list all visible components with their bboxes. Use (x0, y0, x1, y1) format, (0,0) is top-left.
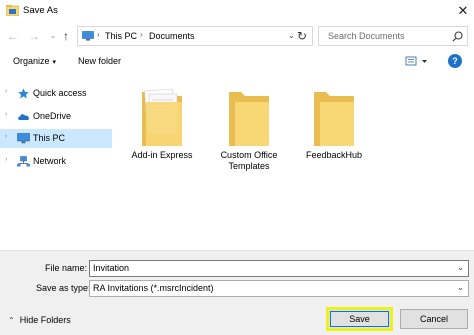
pc-icon (82, 31, 94, 41)
forward-button[interactable]: → (28, 29, 40, 43)
file-name-field[interactable]: Invitation ⌄ (89, 260, 469, 277)
search-icon[interactable] (452, 31, 463, 42)
file-list-area[interactable]: Add-in Express Custom Office Templates F… (113, 74, 474, 250)
save-button[interactable]: Save (326, 307, 393, 331)
folder-icon (229, 92, 269, 146)
save-as-app-icon (6, 5, 19, 16)
save-options-panel: File name: Invitation ⌄ Save as type: RA… (0, 250, 474, 335)
save-as-type-select[interactable]: RA Invitations (*.msrcIncident) ⌄ (89, 280, 469, 297)
breadcrumb-chevron-icon[interactable]: › (97, 30, 100, 39)
folder-name: Custom Office Templates (220, 150, 278, 171)
chevron-down-icon[interactable]: ⌄ (457, 263, 464, 272)
pc-icon (17, 133, 30, 144)
folder-icon (314, 92, 354, 146)
expand-chevron-icon[interactable]: › (5, 133, 7, 140)
help-button[interactable]: ? (448, 54, 462, 68)
file-name-label: File name: (45, 263, 88, 273)
save-as-type-value[interactable]: RA Invitations (*.msrcIncident) (93, 283, 214, 293)
chevron-down-icon: ▾ (52, 59, 57, 66)
sidebar-item-network[interactable]: › Network (0, 152, 112, 171)
sidebar-item-label: OneDrive (33, 111, 72, 121)
expand-chevron-icon[interactable]: › (5, 88, 7, 95)
folder-item-add-in-express[interactable]: Add-in Express (122, 76, 202, 176)
back-button[interactable]: ← (7, 29, 19, 43)
expand-chevron-icon[interactable]: › (5, 156, 7, 163)
sidebar-item-label: Quick access (33, 88, 87, 98)
chevron-down-icon[interactable]: ⌄ (457, 283, 464, 292)
folder-name: Add-in Express (131, 150, 193, 160)
breadcrumb-this-pc[interactable]: This PC (105, 31, 137, 41)
folder-name: FeedbackHub (305, 150, 363, 160)
sidebar-item-label: This PC (33, 133, 66, 143)
cancel-button[interactable]: Cancel (400, 309, 468, 329)
save-button-label: Save (330, 311, 389, 327)
save-as-type-label: Save as type: (36, 283, 91, 293)
sidebar-item-onedrive[interactable]: › OneDrive (0, 107, 112, 126)
breadcrumb-documents[interactable]: Documents (149, 31, 195, 41)
view-options-button[interactable] (405, 56, 429, 68)
command-toolbar: Organize ▾ New folder ? (0, 50, 474, 74)
folder-item-feedbackhub[interactable]: FeedbackHub (294, 76, 374, 176)
refresh-button[interactable]: ↻ (295, 29, 309, 43)
address-dropdown-icon[interactable]: ⌄ (288, 31, 295, 40)
folder-item-custom-office-templates[interactable]: Custom Office Templates (209, 76, 289, 176)
sidebar-item-quick-access[interactable]: › Quick access (0, 84, 112, 103)
chevron-up-icon: ⌃ (8, 316, 15, 325)
network-icon (17, 156, 30, 167)
expand-chevron-icon[interactable]: › (5, 111, 7, 118)
cloud-icon (18, 114, 29, 120)
sidebar-item-label: Network (33, 156, 67, 166)
address-bar[interactable]: › This PC › Documents ⌄ (77, 26, 313, 46)
search-input[interactable]: Search Documents (328, 31, 405, 41)
organize-button[interactable]: Organize ▾ (13, 56, 56, 66)
file-name-value[interactable]: Invitation (93, 263, 129, 273)
navigation-pane: › Quick access › OneDrive › This PC › Ne… (0, 74, 112, 250)
up-button[interactable]: ↑ (60, 29, 72, 43)
search-box[interactable]: Search Documents (318, 26, 468, 46)
sidebar-item-this-pc[interactable]: › This PC (0, 129, 112, 148)
close-button[interactable]: ✕ (455, 3, 471, 19)
hide-folders-label: Hide Folders (19, 315, 71, 325)
organize-label: Organize (13, 56, 50, 66)
star-icon (18, 88, 29, 99)
hide-folders-button[interactable]: ⌃ Hide Folders (8, 315, 71, 325)
breadcrumb-chevron-icon[interactable]: › (140, 30, 143, 39)
title-bar: Save As ✕ (0, 0, 474, 22)
recent-locations-button[interactable]: ⌄ (47, 29, 59, 43)
new-folder-button[interactable]: New folder (78, 56, 121, 66)
window-title: Save As (23, 5, 58, 16)
navigation-bar: ← → ⌄ ↑ › This PC › Documents ⌄ ↻ Search… (0, 22, 474, 50)
folder-with-documents-icon (142, 88, 182, 146)
